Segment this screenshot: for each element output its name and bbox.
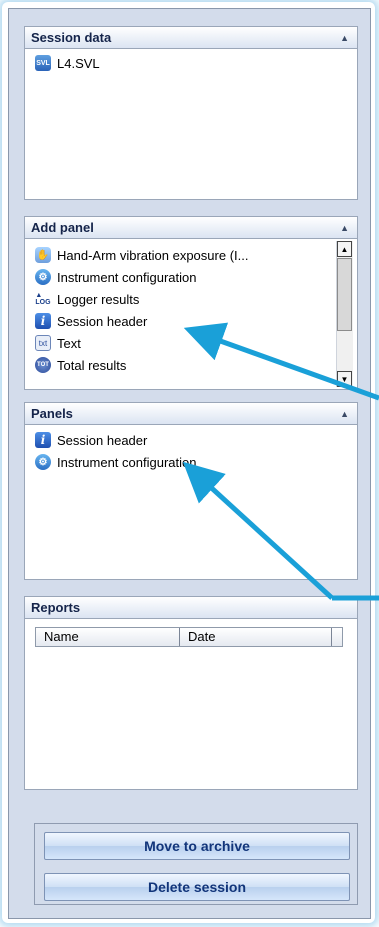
add-panel-header[interactable]: Add panel ▲	[24, 216, 358, 238]
add-panel-item[interactable]: TOT Total results	[25, 354, 357, 376]
reports-table: Name Date	[24, 618, 358, 790]
add-panel-item-label: Session header	[57, 313, 148, 329]
collapse-caret-icon[interactable]: ▲	[340, 409, 349, 419]
info-icon: i	[35, 432, 51, 448]
svl-file-icon: SVL	[35, 55, 51, 71]
add-panel-item-label: Instrument configuration	[57, 269, 197, 285]
add-panel-item-label: Hand-Arm vibration exposure (I...	[57, 247, 249, 263]
reports-section: Reports Name Date	[24, 596, 358, 790]
add-panel-item-label: Text	[57, 335, 81, 351]
add-panel-item[interactable]: i Session header	[25, 310, 357, 332]
collapse-caret-icon[interactable]: ▲	[340, 33, 349, 43]
add-panel-item[interactable]: ⚙ Instrument configuration	[25, 266, 357, 288]
scroll-down-arrow-icon[interactable]: ▼	[337, 371, 352, 387]
total-icon: TOT	[35, 357, 51, 373]
collapse-caret-icon[interactable]: ▲	[340, 223, 349, 233]
add-panel-scrollbar[interactable]: ▲ ▼	[336, 241, 353, 387]
session-data-header[interactable]: Session data ▲	[24, 26, 358, 48]
panels-section: Panels ▲ i Session header ⚙ Instrument c…	[24, 402, 358, 580]
add-panel-list: ✋ Hand-Arm vibration exposure (I... ⚙ In…	[24, 238, 358, 390]
move-to-archive-button[interactable]: Move to archive	[44, 832, 350, 860]
column-header-name[interactable]: Name	[36, 628, 180, 646]
txt-icon: txt	[35, 335, 51, 351]
config-icon: ⚙	[35, 454, 51, 470]
info-icon: i	[35, 313, 51, 329]
column-header-date[interactable]: Date	[180, 628, 332, 646]
config-icon: ⚙	[35, 269, 51, 285]
panel-item-label: Session header	[57, 432, 148, 448]
panels-header[interactable]: Panels ▲	[24, 402, 358, 424]
session-file-item[interactable]: SVL L4.SVL	[25, 52, 357, 74]
panels-list: i Session header ⚙ Instrument configurat…	[24, 424, 358, 580]
add-panel-item[interactable]: ✋ Hand-Arm vibration exposure (I...	[25, 244, 357, 266]
add-panel-item-label: Logger results	[57, 291, 140, 307]
panel-item[interactable]: ⚙ Instrument configuration	[25, 451, 357, 473]
hand-icon: ✋	[35, 247, 51, 263]
session-data-section: Session data ▲ SVL L4.SVL	[24, 26, 358, 200]
panel-item-label: Instrument configuration	[57, 454, 197, 470]
reports-header: Reports	[24, 596, 358, 618]
scroll-up-arrow-icon[interactable]: ▲	[337, 241, 352, 257]
reports-table-header: Name Date	[35, 627, 343, 647]
session-data-list: SVL L4.SVL	[24, 48, 358, 200]
scroll-thumb[interactable]	[337, 258, 352, 331]
add-panel-section: Add panel ▲ ✋ Hand-Arm vibration exposur…	[24, 216, 358, 390]
add-panel-item[interactable]: ▲ LOG Logger results	[25, 288, 357, 310]
add-panel-item-label: Total results	[57, 357, 127, 373]
panels-title: Panels	[31, 406, 73, 421]
panel-item[interactable]: i Session header	[25, 429, 357, 451]
reports-title: Reports	[31, 600, 81, 615]
add-panel-title: Add panel	[31, 220, 94, 235]
session-data-title: Session data	[31, 30, 112, 45]
session-file-label: L4.SVL	[57, 55, 100, 71]
add-panel-item[interactable]: txt Text	[25, 332, 357, 354]
log-icon: ▲ LOG	[35, 292, 51, 306]
delete-session-button[interactable]: Delete session	[44, 873, 350, 901]
